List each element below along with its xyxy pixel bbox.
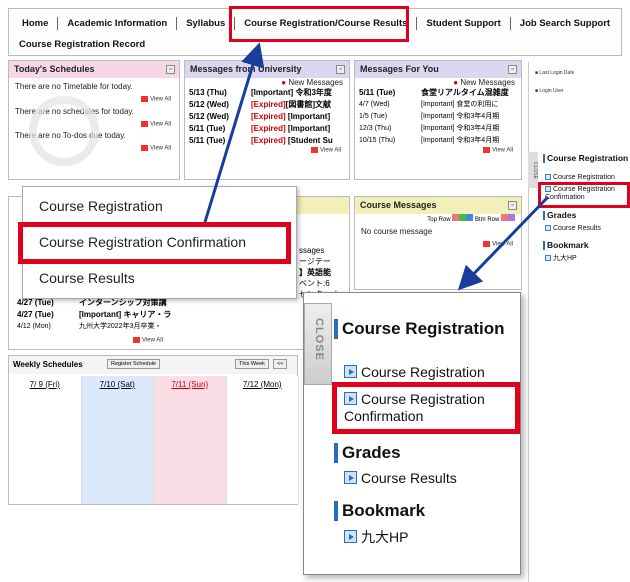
day-column-sun[interactable]: 7/11 (Sun) bbox=[154, 376, 227, 504]
view-all-link[interactable]: View All bbox=[355, 241, 521, 248]
zoom-menu-kyudai-hp[interactable]: 九大HP bbox=[344, 529, 408, 546]
login-user-label: ■ Login User bbox=[535, 88, 564, 94]
nav-student-support[interactable]: Student Support bbox=[417, 17, 511, 30]
zoom-section-bookmark: Bookmark bbox=[334, 501, 425, 521]
zoom-menu-course-results[interactable]: Course Results bbox=[344, 470, 457, 487]
highlight-box-zoomed-menu bbox=[332, 382, 520, 434]
message-row[interactable]: 1/5 (Tue) [Important] 令和3年4月期 bbox=[355, 111, 521, 123]
section-course-registration: Course Registration bbox=[543, 154, 629, 163]
nav-job-search-support[interactable]: Job Search Support bbox=[511, 17, 619, 30]
day-column-mon[interactable]: 7/12 (Mon) bbox=[226, 376, 299, 504]
menu-kyudai-hp[interactable]: 九大HP bbox=[545, 255, 577, 263]
minimize-icon[interactable]: ▫ bbox=[508, 201, 517, 210]
arrow-icon bbox=[344, 365, 357, 378]
message-row[interactable]: 5/11 (Tue) [Expired] [Student Su bbox=[185, 135, 349, 147]
new-messages-indicator: ● New Messages bbox=[453, 78, 515, 87]
message-row[interactable]: 4/12 (Mon) 九州大学2022年3月卒業・ bbox=[13, 321, 171, 333]
close-menu-tab[interactable]: CLOSE bbox=[528, 152, 538, 188]
highlight-box-right-menu bbox=[538, 182, 630, 208]
announcement-list: 4/27 (Tue) インターンシップ対策講 4/27 (Tue) [Importa… bbox=[13, 297, 171, 344]
close-menu-tab-zoomed[interactable]: CLOSE bbox=[304, 303, 332, 385]
nav-academic-information[interactable]: Academic Information bbox=[58, 17, 178, 30]
message-row[interactable]: 5/11 (Tue) [Expired] [Important] bbox=[185, 123, 349, 135]
view-all-link[interactable]: View All bbox=[355, 147, 521, 154]
portlet-title bbox=[289, 197, 349, 214]
minimize-icon[interactable]: ▫ bbox=[336, 65, 345, 74]
view-all-link[interactable]: View All bbox=[185, 147, 349, 154]
arrow-icon bbox=[344, 471, 357, 484]
message-row[interactable]: 5/12 (Wed) [Expired] [Important] bbox=[185, 111, 349, 123]
todays-schedules-portlet: Today's Schedules ▫ There are no Timetabl… bbox=[8, 60, 180, 180]
message-row[interactable]: 4/7 (Wed) [Important] 食堂の利用に bbox=[355, 99, 521, 111]
arrow-icon bbox=[344, 530, 357, 543]
view-all-link[interactable]: View All bbox=[9, 96, 179, 103]
highlight-box-nav bbox=[229, 6, 409, 42]
weekly-days: 7/ 9 (Fri) 7/10 (Sat) 7/11 (Sun) 7/12 (M… bbox=[9, 376, 299, 504]
menu-course-registration[interactable]: Course Registration bbox=[545, 174, 615, 182]
section-bookmark: Bookmark bbox=[543, 241, 589, 250]
minimize-icon[interactable]: ▫ bbox=[508, 65, 517, 74]
zoom-section-course-registration: Course Registration bbox=[334, 319, 504, 339]
weekly-schedules-portlet: Weekly Schedules Register Schedule This … bbox=[8, 355, 299, 505]
course-message-empty-text: No course message bbox=[361, 227, 433, 236]
new-messages-indicator: ● New Messages bbox=[281, 78, 343, 87]
portlet-title: Today's Schedules ▫ bbox=[9, 61, 179, 78]
view-all-link[interactable]: View All bbox=[13, 333, 171, 344]
message-row[interactable]: 12/3 (Thu) [Important] 令和3年4月期 bbox=[355, 123, 521, 135]
portlet-title: Messages For You ▫ bbox=[355, 61, 521, 78]
nav-home[interactable]: Home bbox=[13, 17, 59, 30]
section-grades: Grades bbox=[543, 211, 576, 220]
nav-sub-course-registration-record[interactable]: Course Registration Record bbox=[19, 39, 145, 50]
row-selector[interactable]: Top Row Btm Row bbox=[355, 214, 521, 223]
day-column-sat[interactable]: 7/10 (Sat) bbox=[81, 376, 154, 504]
messages-from-university-portlet: Messages from University ▫ ● New Messages… bbox=[184, 60, 350, 180]
right-side-menu: ■ Last Login Date ■ Login User Course Re… bbox=[528, 62, 630, 582]
clock-watermark-icon bbox=[29, 96, 99, 166]
zoom-section-grades: Grades bbox=[334, 443, 401, 463]
highlight-box-dropdown bbox=[18, 222, 291, 264]
zoom-menu-course-registration[interactable]: Course Registration bbox=[344, 364, 485, 381]
dropdown-item-course-results[interactable]: Course Results bbox=[39, 270, 135, 286]
today-timetable-text: There are no Timetable for today. bbox=[15, 82, 133, 91]
message-row[interactable]: 5/12 (Wed) [Expired][図書館]文献 bbox=[185, 99, 349, 111]
messages-for-you-portlet: Messages For You ▫ ● New Messages 5/11 (T… bbox=[354, 60, 522, 180]
portlet-title: Messages from University ▫ bbox=[185, 61, 349, 78]
course-messages-portlet: Course Messages ▫ Top Row Btm Row No cour… bbox=[354, 196, 522, 290]
previous-week-button[interactable]: << bbox=[273, 359, 288, 369]
menu-course-results[interactable]: Course Results bbox=[545, 225, 601, 233]
register-schedule-button[interactable]: Register Schedule bbox=[107, 359, 160, 369]
weekly-title: Weekly Schedules bbox=[13, 360, 83, 369]
minimize-icon[interactable]: ▫ bbox=[166, 65, 175, 74]
message-row[interactable]: 10/15 (Thu) [Important] 令和3年4月期 bbox=[355, 135, 521, 147]
message-row[interactable]: 5/11 (Tue) 食堂リアルタイム混雑度 bbox=[355, 87, 521, 99]
message-row[interactable]: 4/27 (Tue) [Important] キャリア・ラ bbox=[13, 309, 171, 321]
nav-syllabus[interactable]: Syllabus bbox=[177, 17, 236, 30]
weekly-header: Weekly Schedules Register Schedule This … bbox=[9, 356, 297, 374]
last-login-label: ■ Last Login Date bbox=[535, 70, 575, 76]
this-week-button[interactable]: This Week bbox=[235, 359, 269, 369]
message-row[interactable]: 5/13 (Thu) [Important] 令和3年度 bbox=[185, 87, 349, 99]
dropdown-item-course-registration[interactable]: Course Registration bbox=[39, 198, 163, 214]
portlet-title: Course Messages ▫ bbox=[355, 197, 521, 214]
day-column-fri[interactable]: 7/ 9 (Fri) bbox=[9, 376, 82, 504]
